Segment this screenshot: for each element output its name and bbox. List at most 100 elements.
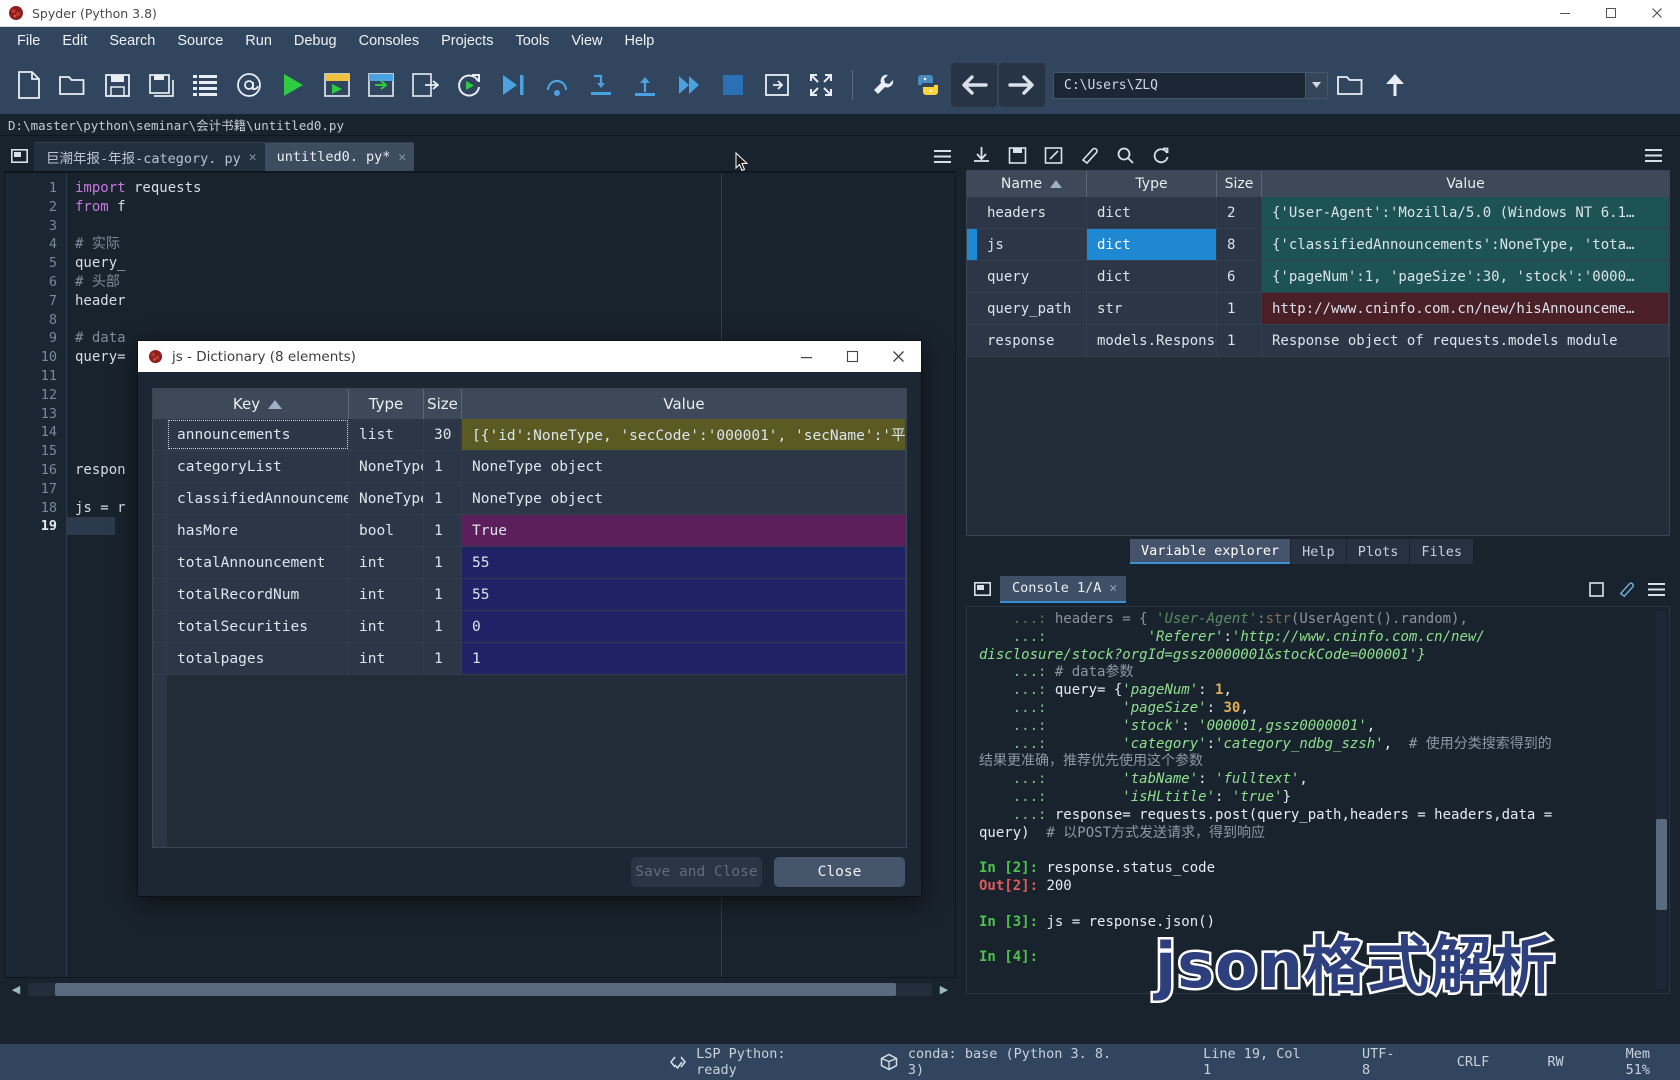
row-selector[interactable]: [153, 451, 167, 482]
cell-value[interactable]: 1: [462, 643, 906, 674]
save-all-button[interactable]: [140, 63, 182, 107]
dialog-maximize-button[interactable]: [829, 341, 875, 372]
cell-value[interactable]: True: [462, 515, 906, 546]
cell-value[interactable]: 55: [462, 579, 906, 610]
close-icon[interactable]: ✕: [1109, 581, 1117, 596]
table-row[interactable]: query dict 6 {'pageNum':1, 'pageSize':30…: [967, 261, 1669, 293]
table-row[interactable]: js dict 8 {'classifiedAnnouncements':Non…: [967, 229, 1669, 261]
open-file-button[interactable]: [52, 63, 94, 107]
row-selector[interactable]: [967, 197, 977, 228]
table-row[interactable]: categoryList NoneType 1 NoneType object: [153, 451, 906, 483]
scroll-right-icon[interactable]: ▶: [936, 983, 952, 996]
back-button[interactable]: [951, 63, 997, 107]
cell-value[interactable]: Response object of requests.models modul…: [1262, 325, 1669, 356]
dialog-minimize-button[interactable]: [783, 341, 829, 372]
debug-continue-button[interactable]: [668, 63, 710, 107]
dictionary-table[interactable]: Key Type Size Value announcements list 3…: [152, 388, 907, 848]
parent-directory-button[interactable]: [1374, 63, 1416, 107]
maximize-button[interactable]: [1588, 0, 1634, 27]
table-row[interactable]: totalAnnouncement int 1 55: [153, 547, 906, 579]
menu-help[interactable]: Help: [614, 30, 666, 53]
menu-tools[interactable]: Tools: [504, 30, 560, 53]
remove-all-variables-button[interactable]: [1616, 579, 1636, 599]
scrollbar-trough[interactable]: [28, 982, 932, 996]
column-header-name[interactable]: Name: [977, 171, 1087, 197]
stop-button[interactable]: [1586, 579, 1606, 599]
variable-explorer-options-button[interactable]: [1640, 142, 1666, 168]
column-header-type[interactable]: Type: [1087, 171, 1217, 197]
editor-tab-1[interactable]: untitled0. py* ✕: [264, 142, 415, 171]
menu-run[interactable]: Run: [234, 30, 283, 53]
browse-directory-button[interactable]: [1330, 63, 1372, 107]
re-run-cell-button[interactable]: [448, 63, 490, 107]
menu-edit[interactable]: Edit: [51, 30, 98, 53]
working-directory-combobox[interactable]: C:\Users\ZLQ: [1053, 71, 1328, 99]
console-tab-1a[interactable]: Console 1/A ✕: [1000, 575, 1127, 603]
run-selection-button[interactable]: [404, 63, 446, 107]
forward-button[interactable]: [999, 63, 1045, 107]
tab-help[interactable]: Help: [1291, 539, 1346, 564]
close-icon[interactable]: ✕: [249, 150, 257, 165]
console-options-button[interactable]: [1646, 579, 1666, 599]
table-row[interactable]: headers dict 2 {'User-Agent':'Mozilla/5.…: [967, 197, 1669, 229]
menu-search[interactable]: Search: [98, 30, 166, 53]
browse-consoles-button[interactable]: [968, 575, 996, 603]
save-file-button[interactable]: [96, 63, 138, 107]
row-selector[interactable]: [967, 229, 977, 260]
row-selector[interactable]: [153, 547, 167, 578]
row-selector[interactable]: [153, 643, 167, 674]
console-scrollbar[interactable]: [1656, 611, 1667, 989]
find-symbol-button[interactable]: [228, 63, 270, 107]
table-row[interactable]: query_path str 1 http://www.cninfo.com.c…: [967, 293, 1669, 325]
cwd-dropdown-button[interactable]: [1305, 72, 1327, 98]
row-selector[interactable]: [153, 579, 167, 610]
row-selector[interactable]: [153, 611, 167, 642]
import-data-button[interactable]: [968, 142, 994, 168]
save-data-as-button[interactable]: [1040, 142, 1066, 168]
maximize-pane-button[interactable]: [756, 63, 798, 107]
table-row[interactable]: response models.Response 1 Response obje…: [967, 325, 1669, 357]
row-selector[interactable]: [153, 515, 167, 546]
menu-file[interactable]: File: [6, 30, 51, 53]
tab-plots[interactable]: Plots: [1346, 539, 1410, 564]
fullscreen-button[interactable]: [800, 63, 842, 107]
minimize-button[interactable]: [1542, 0, 1588, 27]
column-header-type[interactable]: Type: [349, 389, 424, 419]
row-selector[interactable]: [153, 483, 167, 514]
save-data-button[interactable]: [1004, 142, 1030, 168]
close-button[interactable]: Close: [774, 857, 905, 887]
menu-projects[interactable]: Projects: [430, 30, 504, 53]
refresh-button[interactable]: [1148, 142, 1174, 168]
menu-view[interactable]: View: [560, 30, 613, 53]
new-file-button[interactable]: [8, 63, 50, 107]
close-button[interactable]: [1634, 0, 1680, 27]
pythonpath-manager-button[interactable]: [907, 63, 949, 107]
table-row[interactable]: totalSecurities int 1 0: [153, 611, 906, 643]
run-cell-advance-button[interactable]: [360, 63, 402, 107]
row-selector[interactable]: [967, 293, 977, 324]
menu-consoles[interactable]: Consoles: [348, 30, 430, 53]
close-icon[interactable]: ✕: [398, 150, 406, 165]
table-row[interactable]: hasMore bool 1 True: [153, 515, 906, 547]
column-header-size[interactable]: Size: [1217, 171, 1262, 197]
file-switcher-button[interactable]: [184, 63, 226, 107]
column-header-value[interactable]: Value: [1262, 171, 1669, 197]
table-row[interactable]: announcements list 30 [{'id':NoneType, '…: [153, 419, 906, 451]
debug-step-over-button[interactable]: [536, 63, 578, 107]
row-selector[interactable]: [967, 325, 977, 356]
row-selector[interactable]: [967, 261, 977, 292]
tab-variable-explorer[interactable]: Variable explorer: [1130, 539, 1291, 564]
cell-value[interactable]: {'pageNum':1, 'pageSize':30, 'stock':'00…: [1262, 261, 1669, 292]
variable-explorer-table[interactable]: Name Type Size Value headers dict 2 {'Us…: [966, 170, 1670, 536]
save-and-close-button[interactable]: Save and Close: [631, 857, 762, 887]
cell-value[interactable]: NoneType object: [462, 483, 906, 514]
cell-value[interactable]: {'User-Agent':'Mozilla/5.0 (Windows NT 6…: [1262, 197, 1669, 228]
cell-value[interactable]: {'classifiedAnnouncements':NoneType, 'to…: [1262, 229, 1669, 260]
table-row[interactable]: classifiedAnnouncements NoneType 1 NoneT…: [153, 483, 906, 515]
scrollbar-thumb[interactable]: [1656, 818, 1667, 910]
menu-debug[interactable]: Debug: [283, 30, 348, 53]
menu-source[interactable]: Source: [166, 30, 234, 53]
scrollbar-thumb[interactable]: [55, 982, 896, 996]
column-header-size[interactable]: Size: [424, 389, 462, 419]
remove-all-variables-button[interactable]: [1076, 142, 1102, 168]
